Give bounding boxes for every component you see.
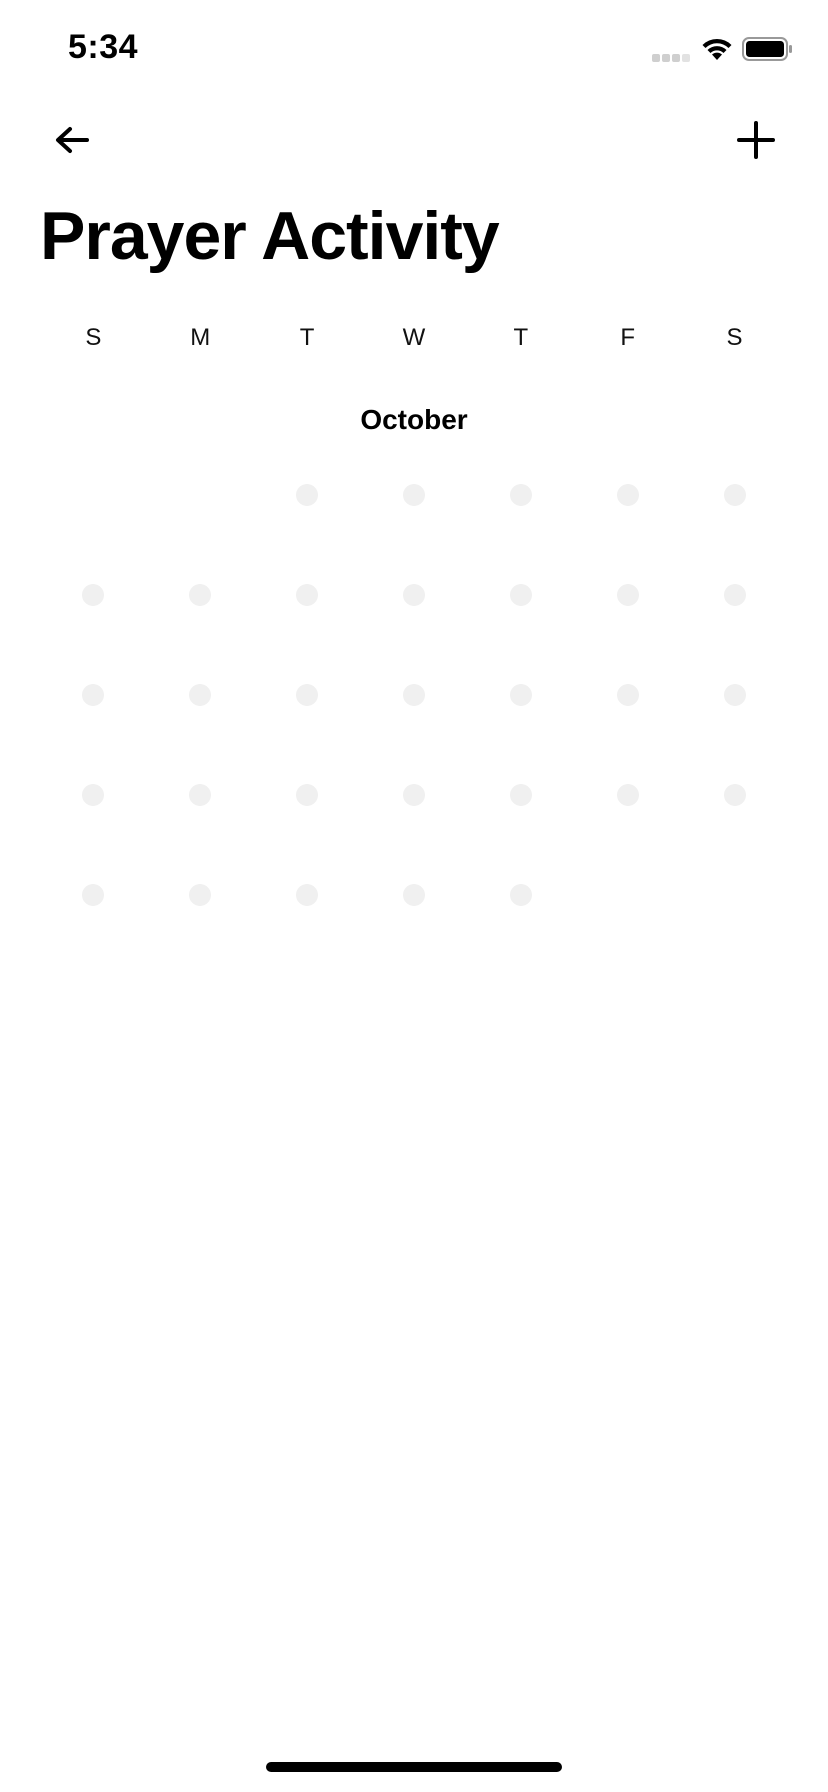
day-activity-dot bbox=[616, 484, 639, 506]
day-cell[interactable] bbox=[681, 462, 788, 528]
day-cell[interactable] bbox=[361, 562, 468, 628]
day-activity-dot bbox=[723, 584, 746, 606]
weekday-label: M bbox=[190, 324, 211, 351]
day-activity-dot bbox=[402, 484, 425, 506]
plus-icon bbox=[737, 121, 775, 159]
day-cell[interactable] bbox=[467, 762, 574, 828]
arrow-left-icon bbox=[56, 127, 89, 153]
day-activity-dot bbox=[723, 784, 746, 806]
day-activity-dot bbox=[82, 584, 105, 606]
day-activity-dot bbox=[402, 784, 425, 806]
weekday-label: S bbox=[726, 324, 743, 351]
day-cell[interactable] bbox=[681, 662, 788, 728]
wifi-icon bbox=[702, 38, 732, 60]
status-time: 5:34 bbox=[68, 28, 139, 66]
weekday-label: S bbox=[85, 324, 102, 351]
day-cell[interactable] bbox=[361, 662, 468, 728]
day-activity-dot bbox=[616, 684, 639, 706]
day-cell[interactable] bbox=[361, 462, 468, 528]
day-cell[interactable] bbox=[467, 662, 574, 728]
nav-bar bbox=[0, 110, 828, 170]
back-button[interactable] bbox=[44, 110, 100, 170]
battery-icon bbox=[742, 37, 792, 61]
day-cell[interactable] bbox=[40, 762, 147, 828]
day-cell[interactable] bbox=[681, 762, 788, 828]
day-activity-dot bbox=[296, 584, 319, 606]
day-activity-dot bbox=[296, 684, 319, 706]
weekday-label: T bbox=[513, 324, 529, 351]
day-activity-dot bbox=[509, 684, 532, 706]
day-cell[interactable] bbox=[40, 662, 147, 728]
page-title: Prayer Activity bbox=[40, 198, 500, 274]
day-activity-dot bbox=[616, 584, 639, 606]
day-cell[interactable] bbox=[361, 762, 468, 828]
add-button[interactable] bbox=[728, 110, 784, 170]
day-cell[interactable] bbox=[147, 862, 254, 928]
weekday-header: SMTWTFS bbox=[40, 318, 788, 358]
day-cell[interactable] bbox=[147, 762, 254, 828]
day-activity-dot bbox=[509, 584, 532, 606]
day-activity-dot bbox=[82, 884, 105, 906]
day-cell[interactable] bbox=[467, 862, 574, 928]
day-activity-dot bbox=[509, 784, 532, 806]
day-activity-dot bbox=[82, 784, 105, 806]
day-activity-dot bbox=[189, 584, 212, 606]
day-cell[interactable] bbox=[254, 462, 361, 528]
day-cell[interactable] bbox=[254, 862, 361, 928]
day-cell[interactable] bbox=[40, 562, 147, 628]
day-activity-dot bbox=[723, 484, 746, 506]
day-cell[interactable] bbox=[574, 662, 681, 728]
cellular-signal-icon bbox=[652, 54, 690, 62]
day-cell[interactable] bbox=[147, 662, 254, 728]
day-activity-dot bbox=[723, 684, 746, 706]
day-activity-dot bbox=[189, 884, 212, 906]
day-activity-dot bbox=[82, 684, 105, 706]
day-activity-dot bbox=[296, 484, 319, 506]
day-activity-dot bbox=[509, 884, 532, 906]
day-cell[interactable] bbox=[574, 562, 681, 628]
day-cell[interactable] bbox=[254, 662, 361, 728]
day-activity-dot bbox=[189, 784, 212, 806]
day-activity-dot bbox=[616, 784, 639, 806]
empty-day-cell bbox=[40, 462, 147, 528]
day-cell[interactable] bbox=[574, 762, 681, 828]
day-cell[interactable] bbox=[681, 562, 788, 628]
day-cell[interactable] bbox=[254, 762, 361, 828]
day-cell[interactable] bbox=[467, 562, 574, 628]
calendar-grid bbox=[40, 462, 788, 962]
weekday-label: T bbox=[299, 324, 315, 351]
day-cell[interactable] bbox=[254, 562, 361, 628]
weekday-label: W bbox=[402, 324, 426, 351]
day-cell[interactable] bbox=[147, 562, 254, 628]
day-activity-dot bbox=[402, 884, 425, 906]
day-activity-dot bbox=[296, 884, 319, 906]
weekday-label: F bbox=[620, 324, 636, 351]
day-cell[interactable] bbox=[40, 862, 147, 928]
day-activity-dot bbox=[402, 584, 425, 606]
day-cell[interactable] bbox=[467, 462, 574, 528]
day-activity-dot bbox=[296, 784, 319, 806]
month-label: October bbox=[360, 404, 468, 435]
empty-day-cell bbox=[147, 462, 254, 528]
day-activity-dot bbox=[189, 684, 212, 706]
day-cell[interactable] bbox=[574, 462, 681, 528]
status-bar: 5:34 bbox=[0, 0, 828, 100]
day-activity-dot bbox=[509, 484, 532, 506]
day-cell[interactable] bbox=[361, 862, 468, 928]
day-activity-dot bbox=[402, 684, 425, 706]
home-indicator bbox=[266, 1762, 562, 1772]
